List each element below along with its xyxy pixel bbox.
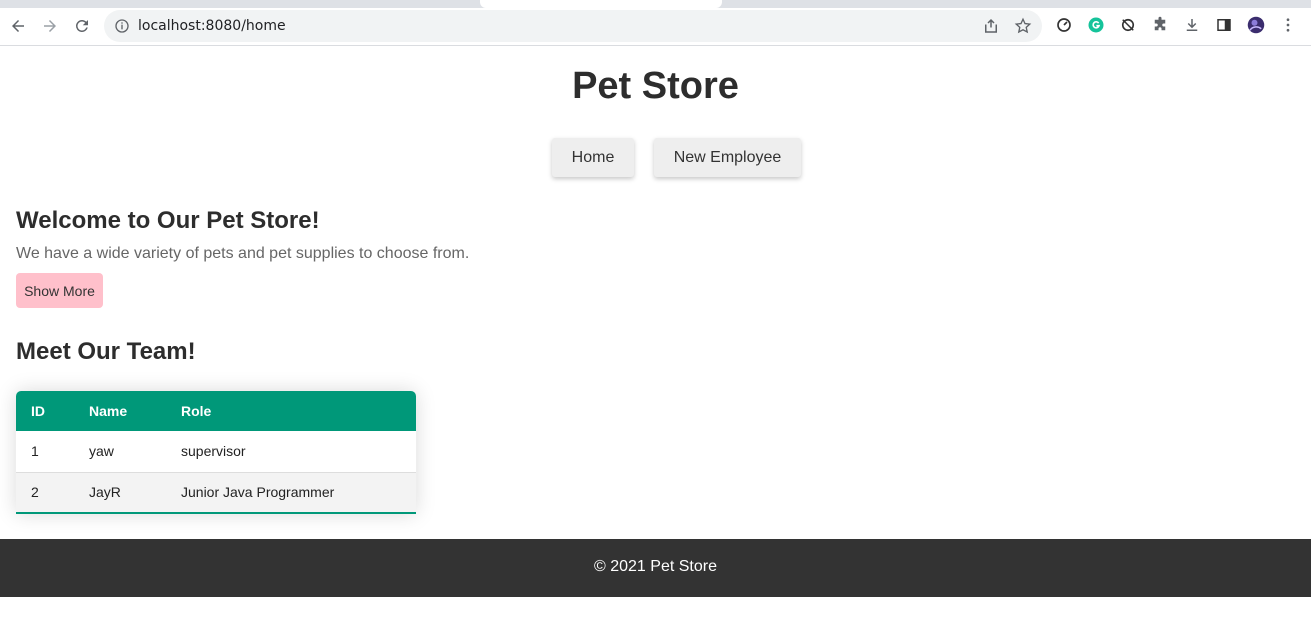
info-icon[interactable] — [114, 18, 130, 34]
active-tab[interactable] — [480, 0, 722, 8]
cell-name: yaw — [89, 443, 114, 460]
team-table: ID Name Role 1 yaw supervisor 2 JayR Jun… — [16, 391, 416, 514]
profile-avatar-icon[interactable] — [1246, 15, 1266, 35]
cell-id: 2 — [31, 484, 39, 501]
url-text[interactable]: localhost:8080/home — [138, 18, 286, 34]
address-bar[interactable]: localhost:8080/home — [104, 10, 1042, 42]
reload-icon — [75, 19, 88, 32]
cell-role: supervisor — [181, 443, 246, 460]
forward-arrow-icon — [44, 20, 56, 32]
sync-icon[interactable] — [1118, 15, 1138, 35]
side-panel-icon[interactable] — [1214, 15, 1234, 35]
site-title: Pet Store — [572, 65, 739, 107]
reload-button[interactable] — [67, 11, 97, 41]
browser-toolbar: localhost:8080/home — [0, 8, 1311, 46]
back-arrow-icon — [12, 20, 24, 32]
forward-button[interactable] — [35, 11, 65, 41]
team-heading: Meet Our Team! — [16, 338, 196, 365]
extensions-puzzle-icon[interactable] — [1150, 15, 1170, 35]
table-row: 2 JayR Junior Java Programmer — [16, 472, 416, 513]
column-header-name: Name — [89, 403, 128, 419]
home-nav-button[interactable]: Home — [552, 138, 634, 177]
tab-strip — [0, 0, 1311, 8]
column-header-id: ID — [31, 403, 45, 419]
main-nav: Home New Employee — [0, 138, 1311, 177]
grammarly-icon[interactable] — [1086, 15, 1106, 35]
cell-role: Junior Java Programmer — [181, 484, 335, 501]
table-row: 1 yaw supervisor — [16, 431, 416, 472]
site-footer: © 2021 Pet Store — [0, 539, 1311, 597]
back-button[interactable] — [3, 11, 33, 41]
welcome-text: We have a wide variety of pets and pet s… — [16, 245, 470, 262]
show-more-button[interactable]: Show More — [16, 273, 103, 308]
page-content: Pet Store Home New Employee Welcome to O… — [0, 47, 1311, 625]
new-employee-nav-button[interactable]: New Employee — [654, 138, 801, 177]
bookmark-star-icon[interactable] — [1014, 17, 1032, 35]
welcome-heading: Welcome to Our Pet Store! — [16, 207, 320, 234]
cell-name: JayR — [89, 484, 121, 501]
download-icon[interactable] — [1182, 15, 1202, 35]
column-header-role: Role — [181, 403, 212, 419]
share-icon[interactable] — [982, 17, 1000, 35]
cell-id: 1 — [31, 443, 39, 460]
speedometer-icon[interactable] — [1054, 15, 1074, 35]
kebab-menu-icon[interactable] — [1278, 15, 1298, 35]
table-header-row: ID Name Role — [16, 391, 416, 431]
